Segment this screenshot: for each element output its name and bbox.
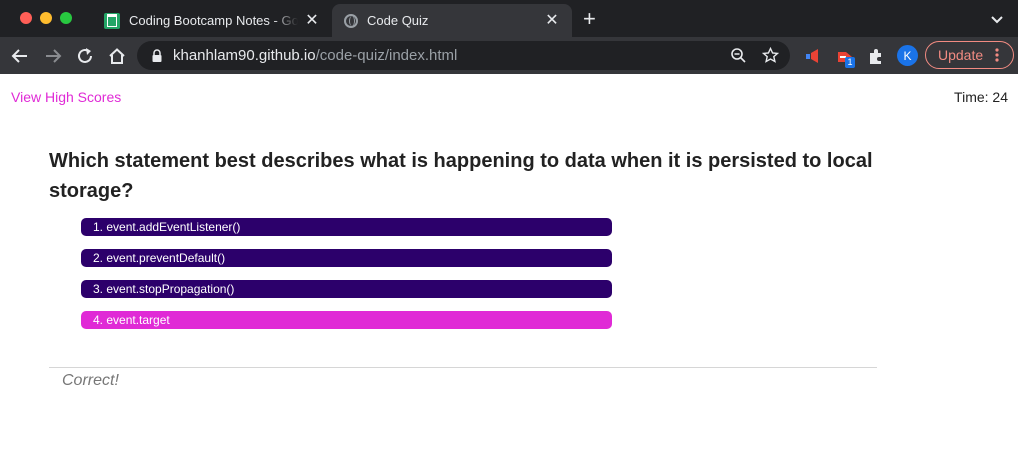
window-zoom-button[interactable]: [60, 12, 72, 24]
tab-code-quiz[interactable]: Code Quiz ✕: [332, 4, 572, 37]
globe-icon: [344, 13, 358, 28]
home-icon[interactable]: [106, 45, 128, 67]
extension-badge: 1: [845, 57, 855, 68]
update-button[interactable]: Update: [925, 41, 1014, 69]
extension-red-arrow[interactable]: 1: [836, 46, 856, 68]
window-close-button[interactable]: [20, 12, 32, 24]
kebab-menu-icon[interactable]: [995, 48, 999, 62]
update-label: Update: [938, 47, 984, 63]
answer-button-4[interactable]: 4. event.target: [81, 311, 612, 329]
reload-icon[interactable]: [74, 45, 96, 67]
avatar[interactable]: K: [897, 45, 918, 66]
zoom-icon[interactable]: [730, 47, 747, 64]
question-text: Which statement best describes what is h…: [49, 150, 873, 202]
back-arrow-icon[interactable]: [9, 45, 31, 67]
url-path: /code-quiz/index.html: [315, 47, 458, 64]
url-host: khanhlam90.github.io: [173, 47, 316, 64]
timer: Time: 24: [954, 89, 1008, 105]
close-tab-icon[interactable]: ✕: [304, 12, 320, 29]
sheets-icon: [104, 12, 120, 29]
answer-button-1[interactable]: 1. event.addEventListener(): [81, 218, 612, 236]
answer-button-3[interactable]: 3. event.stopPropagation(): [81, 280, 612, 298]
chevron-down-icon[interactable]: [988, 10, 1006, 28]
tab-coding-bootcamp-notes[interactable]: Coding Bootcamp Notes - Google Sheets ✕: [92, 4, 332, 37]
bookmark-star-icon[interactable]: [762, 47, 779, 64]
view-high-scores-link[interactable]: View High Scores: [11, 89, 121, 105]
lock-icon[interactable]: [151, 49, 163, 62]
answer-button-2[interactable]: 2. event.preventDefault(): [81, 249, 612, 267]
tab-strip: Coding Bootcamp Notes - Google Sheets ✕ …: [0, 0, 1018, 37]
puzzle-icon[interactable]: [866, 46, 886, 66]
extension-megaphone-icon[interactable]: [803, 46, 823, 66]
tab-title: Code Quiz: [367, 13, 429, 28]
answer-list: 1. event.addEventListener() 2. event.pre…: [81, 218, 612, 342]
divider: [49, 367, 877, 368]
window-minimize-button[interactable]: [40, 12, 52, 24]
close-tab-icon[interactable]: ✕: [544, 12, 560, 29]
tab-title: Coding Bootcamp Notes - Google Sheets: [129, 13, 298, 28]
url-text[interactable]: khanhlam90.github.io/code-quiz/index.htm…: [173, 47, 457, 64]
address-bar[interactable]: khanhlam90.github.io/code-quiz/index.htm…: [137, 41, 790, 70]
forward-arrow-icon[interactable]: [42, 45, 64, 67]
feedback-text: Correct!: [62, 372, 119, 389]
new-tab-button[interactable]: +: [583, 8, 596, 30]
